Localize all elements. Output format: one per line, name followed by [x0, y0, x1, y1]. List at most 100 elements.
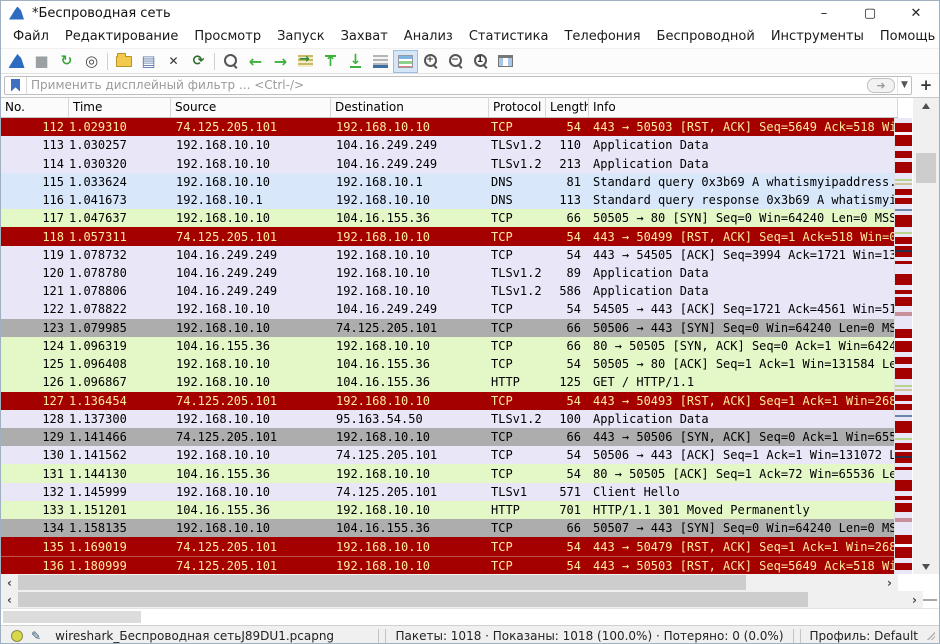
hscrollbar-track-2[interactable]: ‹ › — [1, 591, 923, 608]
expert-info-icon[interactable] — [11, 630, 23, 642]
start-capture-button[interactable] — [4, 50, 29, 73]
packet-row-136[interactable]: 1361.18099974.125.205.101192.168.10.10TC… — [1, 556, 898, 575]
column-header-no[interactable]: No. — [1, 98, 69, 117]
packet-row-127[interactable]: 1271.13645474.125.205.101192.168.10.10TC… — [1, 392, 898, 410]
packet-row-122[interactable]: 1221.078822192.168.10.10104.16.249.249TC… — [1, 300, 898, 318]
packet-row-113[interactable]: 1131.030257192.168.10.10104.16.249.249TL… — [1, 136, 898, 154]
cell-dst: 104.16.249.249 — [336, 157, 486, 171]
packet-row-120[interactable]: 1201.078780104.16.249.249192.168.10.10TL… — [1, 264, 898, 282]
cell-dst: 192.168.10.10 — [336, 559, 486, 573]
column-header-time[interactable]: Time — [69, 98, 171, 117]
packet-row-130[interactable]: 1301.141562192.168.10.1074.125.205.101TC… — [1, 446, 898, 464]
hscrollbar-thumb-2[interactable] — [18, 592, 808, 607]
display-filter-input[interactable] — [27, 78, 867, 92]
colorize-button[interactable] — [393, 50, 418, 73]
menu-item-6[interactable]: Статистика — [461, 26, 557, 47]
menu-item-8[interactable]: Беспроводной — [649, 26, 763, 47]
scroll-left-button-2[interactable]: ‹ — [1, 591, 18, 608]
resize-columns-button[interactable] — [493, 50, 518, 73]
menu-item-4[interactable]: Захват — [333, 26, 396, 47]
packet-row-128[interactable]: 1281.137300192.168.10.1095.163.54.50TLSv… — [1, 410, 898, 428]
menu-item-2[interactable]: Просмотр — [186, 26, 269, 47]
scroll-right-button[interactable]: › — [881, 574, 898, 591]
cell-info: 50507 → 443 [SYN] Seq=0 Win=64240 Len=0 … — [593, 521, 896, 535]
menu-item-10[interactable]: Помощь — [872, 26, 940, 47]
go-forward-button[interactable]: → — [268, 50, 293, 73]
menu-item-1[interactable]: Редактирование — [57, 26, 186, 47]
packet-row-117[interactable]: 1171.047637192.168.10.10104.16.155.36TCP… — [1, 209, 898, 227]
cell-no: 126 — [1, 375, 64, 389]
column-header-info[interactable]: Info — [589, 98, 898, 117]
packet-row-115[interactable]: 1151.033624192.168.10.10192.168.10.1DNS8… — [1, 173, 898, 191]
go-back-button[interactable]: ← — [243, 50, 268, 73]
packet-row-123[interactable]: 1231.079985192.168.10.1074.125.205.101TC… — [1, 319, 898, 337]
close-button[interactable]: ✕ — [893, 1, 939, 25]
column-header-source[interactable]: Source — [171, 98, 331, 117]
restart-capture-icon: ↻ — [61, 53, 73, 69]
stop-capture-button[interactable]: ■ — [29, 50, 54, 73]
scroll-left-button[interactable]: ‹ — [1, 574, 18, 591]
packet-row-119[interactable]: 1191.078732104.16.249.249192.168.10.10TC… — [1, 246, 898, 264]
menu-item-7[interactable]: Телефония — [556, 26, 648, 47]
go-last-button[interactable]: ↓ — [343, 50, 368, 73]
cell-info: 50505 → 80 [ACK] Seq=1 Ack=1 Win=131584 … — [593, 357, 896, 371]
pane-splitter-handle[interactable] — [923, 599, 937, 601]
packet-row-132[interactable]: 1321.145999192.168.10.1074.125.205.101TL… — [1, 483, 898, 501]
minimize-button[interactable]: – — [801, 1, 847, 25]
menu-item-9[interactable]: Инструменты — [763, 26, 872, 47]
packet-row-129[interactable]: 1291.14146674.125.205.101192.168.10.10TC… — [1, 428, 898, 446]
maximize-button[interactable]: ▢ — [847, 1, 893, 25]
packet-row-126[interactable]: 1261.096867192.168.10.10104.16.155.36HTT… — [1, 373, 898, 391]
zoom-out-button[interactable]: − — [443, 50, 468, 73]
menu-item-5[interactable]: Анализ — [396, 26, 461, 47]
capture-options-button[interactable]: ◎ — [79, 50, 104, 73]
add-filter-button[interactable]: + — [916, 76, 936, 95]
scroll-up-button[interactable] — [913, 98, 939, 114]
hscrollbar-track-1[interactable]: ‹ › — [1, 574, 898, 591]
cell-no: 117 — [1, 211, 64, 225]
vertical-scrollbar[interactable] — [913, 98, 939, 575]
apply-filter-button[interactable]: ➜ — [867, 78, 895, 93]
open-file-button[interactable] — [111, 50, 136, 73]
resize-grip[interactable] — [926, 631, 935, 640]
packet-row-131[interactable]: 1311.144130104.16.155.36192.168.10.10TCP… — [1, 464, 898, 482]
scroll-down-button[interactable] — [913, 559, 939, 575]
zoom-100-button[interactable]: 1 — [468, 50, 493, 73]
packet-row-125[interactable]: 1251.096408192.168.10.10104.16.155.36TCP… — [1, 355, 898, 373]
packet-row-124[interactable]: 1241.096319104.16.155.36192.168.10.10TCP… — [1, 337, 898, 355]
go-first-button[interactable]: ↑ — [318, 50, 343, 73]
restart-capture-button[interactable]: ↻ — [54, 50, 79, 73]
cell-src: 192.168.10.10 — [176, 357, 331, 371]
save-file-button[interactable]: ▤ — [136, 50, 161, 73]
hscrollbar-thumb-1[interactable] — [18, 575, 746, 590]
column-header-length[interactable]: Length — [546, 98, 589, 117]
menu-item-0[interactable]: Файл — [5, 26, 57, 47]
profile-label[interactable]: Профиль: Default — [804, 629, 925, 643]
packet-row-114[interactable]: 1141.030320192.168.10.10104.16.249.249TL… — [1, 154, 898, 172]
column-header-destination[interactable]: Destination — [331, 98, 489, 117]
menu-bar: ФайлРедактированиеПросмотрЗапускЗахватАн… — [1, 25, 939, 49]
packet-row-135[interactable]: 1351.16901974.125.205.101192.168.10.10TC… — [1, 537, 898, 555]
auto-scroll-button[interactable] — [368, 50, 393, 73]
reload-file-button[interactable]: ⟳ — [186, 50, 211, 73]
title-bar: *Беспроводная сеть – ▢ ✕ — [1, 1, 939, 25]
zoom-in-button[interactable]: + — [418, 50, 443, 73]
packet-row-118[interactable]: 1181.05731174.125.205.101192.168.10.10TC… — [1, 227, 898, 245]
go-to-packet-button[interactable] — [293, 50, 318, 73]
close-file-button[interactable]: ✕ — [161, 50, 186, 73]
packet-row-116[interactable]: 1161.041673192.168.10.1192.168.10.10DNS1… — [1, 191, 898, 209]
vertical-scrollbar-thumb[interactable] — [916, 153, 936, 183]
find-packet-button[interactable] — [218, 50, 243, 73]
packet-row-121[interactable]: 1211.078806104.16.249.249192.168.10.10TL… — [1, 282, 898, 300]
intelligent-scrollbar-minimap[interactable] — [894, 118, 912, 575]
packet-row-133[interactable]: 1331.151201104.16.155.36192.168.10.10HTT… — [1, 501, 898, 519]
cell-time: 1.180999 — [69, 559, 169, 573]
scroll-right-button-2[interactable]: › — [906, 591, 923, 608]
packet-row-112[interactable]: 1121.02931074.125.205.101192.168.10.10TC… — [1, 118, 898, 136]
packet-row-134[interactable]: 1341.158135192.168.10.10104.16.155.36TCP… — [1, 519, 898, 537]
menu-item-3[interactable]: Запуск — [269, 26, 333, 47]
capture-comment-icon[interactable]: ✎ — [31, 629, 41, 643]
filter-bookmark-button[interactable] — [5, 77, 27, 94]
filter-dropdown-caret[interactable]: ▼ — [897, 77, 911, 94]
column-header-protocol[interactable]: Protocol — [489, 98, 546, 117]
